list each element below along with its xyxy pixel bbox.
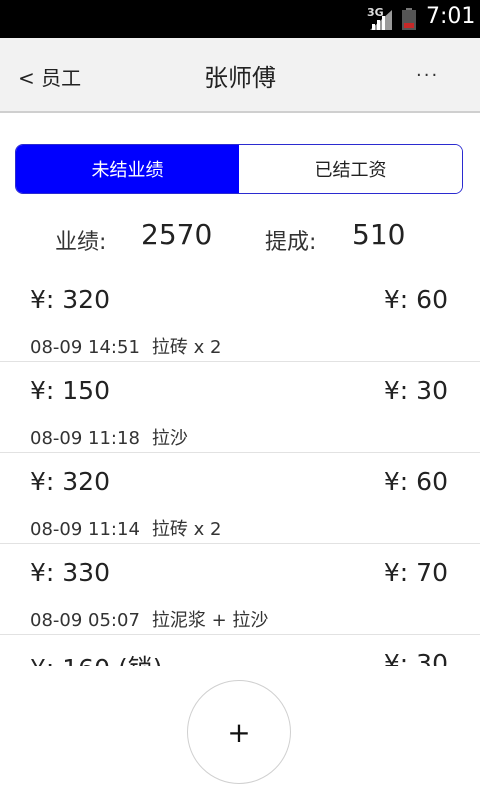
record-commission: ¥: 60 (383, 467, 448, 496)
record-commission: ¥: 30 (383, 649, 448, 666)
record-commission: ¥: 30 (383, 376, 448, 405)
page-title: 张师傅 (204, 64, 276, 92)
status-time: 7:01 (426, 4, 476, 29)
record-desc: 拉砖 x 2 (151, 519, 222, 540)
record-desc: 拉泥浆 + 拉沙 (151, 610, 269, 631)
signal-icon (370, 10, 392, 30)
summary-row: 业绩: 2570 提成: 510 (0, 218, 480, 258)
records-list[interactable]: ¥: 320 ¥: 60 08-09 14:51 拉砖 x 2 ¥: 150 ¥:… (0, 271, 480, 666)
tab-unsettled-performance[interactable]: 未结业绩 (16, 145, 239, 193)
record-meta: 08-09 11:14 拉砖 x 2 (30, 515, 221, 541)
record-meta: 08-09 11:18 拉沙 (30, 424, 188, 450)
record-commission: ¥: 60 (383, 285, 448, 314)
record-time: 08-09 11:14 (30, 519, 140, 540)
record-desc: 拉砖 x 2 (151, 337, 222, 358)
commission-label: 提成: (265, 230, 317, 255)
list-item[interactable]: ¥: 160 (锁) ¥: 30 (0, 635, 480, 666)
record-amount: ¥: 330 (30, 558, 110, 587)
list-item[interactable]: ¥: 320 ¥: 60 08-09 11:14 拉砖 x 2 (0, 453, 480, 544)
record-time: 08-09 05:07 (30, 610, 140, 631)
record-amount: ¥: 150 (30, 376, 110, 405)
record-amount: ¥: 160 (锁) (30, 649, 162, 666)
tab-settled-wages[interactable]: 已结工资 (239, 145, 462, 193)
record-amount: ¥: 320 (30, 285, 110, 314)
list-item[interactable]: ¥: 330 ¥: 70 08-09 05:07 拉泥浆 + 拉沙 (0, 544, 480, 635)
performance-label: 业绩: (55, 230, 107, 255)
add-record-button[interactable]: + (187, 680, 291, 784)
record-time: 08-09 11:18 (30, 428, 140, 449)
performance-value: 2570 (141, 218, 213, 251)
segmented-tabs: 未结业绩 已结工资 (15, 144, 463, 194)
list-item[interactable]: ¥: 150 ¥: 30 08-09 11:18 拉沙 (0, 362, 480, 453)
record-desc: 拉沙 (151, 428, 188, 449)
more-menu-button[interactable]: ... (416, 60, 439, 81)
commission-value: 510 (352, 218, 406, 251)
list-item[interactable]: ¥: 320 ¥: 60 08-09 14:51 拉砖 x 2 (0, 271, 480, 362)
record-meta: 08-09 14:51 拉砖 x 2 (30, 333, 221, 359)
record-amount: ¥: 320 (30, 467, 110, 496)
record-commission: ¥: 70 (383, 558, 448, 587)
record-meta: 08-09 05:07 拉泥浆 + 拉沙 (30, 606, 268, 632)
status-bar: 3G 7:01 (0, 0, 480, 38)
app-header: < 员工 张师傅 ... (0, 38, 480, 113)
battery-icon (402, 8, 416, 30)
record-time: 08-09 14:51 (30, 337, 140, 358)
